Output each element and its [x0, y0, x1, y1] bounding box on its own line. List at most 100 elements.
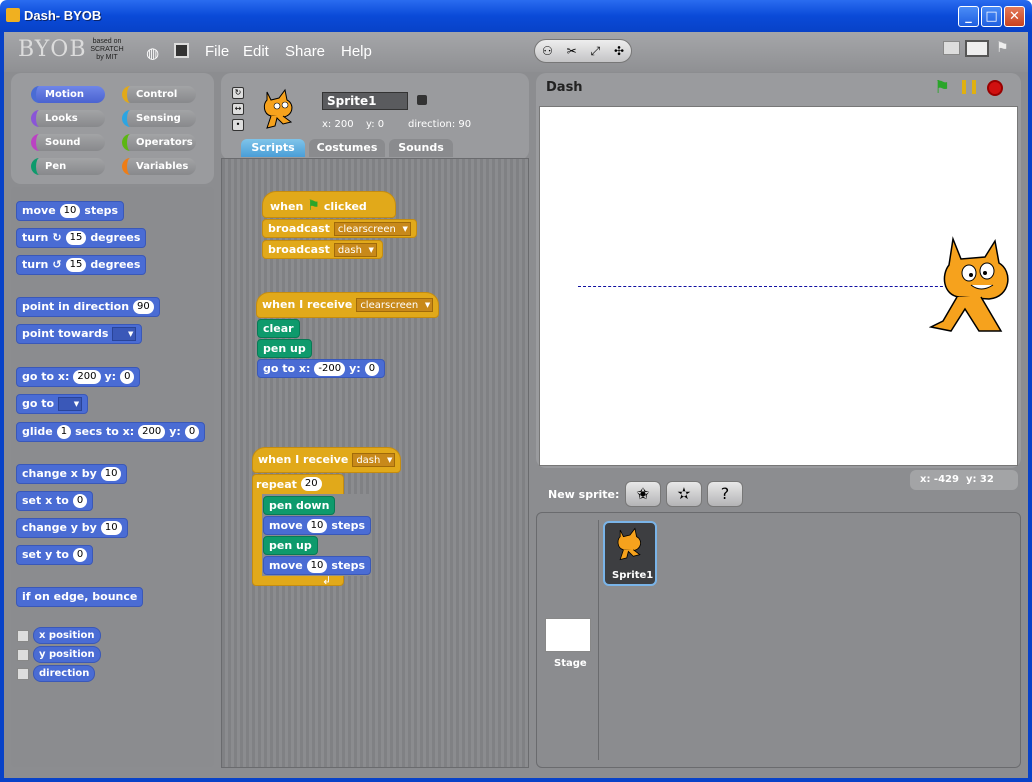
sprite-direction: direction: 90 [408, 119, 472, 130]
block-set-y[interactable]: set y to 0 [16, 545, 94, 565]
folder-star-icon: ✫ [677, 484, 691, 503]
reporter-y-position[interactable]: y position [33, 646, 101, 663]
checkbox-y-position[interactable] [17, 649, 29, 661]
block-turn-left[interactable]: turn ↺ 15 degrees [16, 255, 147, 275]
save-icon[interactable] [174, 43, 189, 58]
when-label: when [270, 199, 304, 213]
category-motion[interactable]: Motion [31, 86, 105, 103]
tab-scripts[interactable]: Scripts [241, 139, 305, 157]
block-pen-up-2[interactable]: pen up [263, 536, 318, 555]
turn-left-icon: ↺ [52, 258, 62, 271]
checkbox-direction[interactable] [17, 668, 29, 680]
block-set-x[interactable]: set x to 0 [16, 491, 94, 511]
checkbox-x-position[interactable] [17, 630, 29, 642]
project-title: Dash [546, 80, 583, 95]
hat-when-receive-dash[interactable]: when I receive dash [252, 447, 402, 473]
menu-file[interactable]: File [205, 43, 229, 60]
sprite-toolbar: ⚇ ✂ ⤢ ✣ [534, 39, 632, 63]
block-broadcast-dash[interactable]: broadcast dash [262, 240, 383, 259]
category-pen[interactable]: Pen [31, 158, 105, 175]
block-point-towards[interactable]: point towards [16, 324, 143, 344]
turn-right-icon: ↻ [52, 231, 62, 244]
paint-new-sprite-button[interactable]: ✬ [625, 481, 661, 507]
sprite-name-field[interactable]: Sprite1 [322, 92, 408, 110]
reporter-direction[interactable]: direction [33, 665, 96, 682]
globe-icon[interactable]: ◍ [146, 44, 159, 62]
window-frame-bottom [0, 778, 1032, 782]
logo: BYOB [18, 37, 87, 62]
sprite-list-divider [598, 520, 599, 760]
block-move-steps[interactable]: move 10 steps [16, 201, 125, 221]
block-clear[interactable]: clear [257, 319, 300, 338]
sprite-cat[interactable] [929, 235, 1013, 341]
block-pen-up[interactable]: pen up [257, 339, 312, 358]
tab-sounds[interactable]: Sounds [389, 139, 453, 157]
block-turn-right[interactable]: turn ↻ 15 degrees [16, 228, 147, 248]
rotation-flip-icon[interactable]: ↔ [232, 103, 244, 115]
repeat-loop-arrow-icon: ↲ [322, 574, 332, 587]
sprite1-label: Sprite1 [612, 570, 654, 581]
menu-help[interactable]: Help [341, 43, 372, 60]
repeat-label: repeat [256, 477, 297, 491]
grow-icon[interactable]: ⤢ [591, 44, 601, 59]
question-star-icon: ? [720, 484, 730, 503]
block-move-steps-2[interactable]: move 10 steps [263, 556, 372, 575]
block-pen-down[interactable]: pen down [263, 496, 336, 515]
stage-label: Stage [554, 658, 587, 669]
block-glide[interactable]: glide 1 secs to x: 200 y: 0 [16, 422, 206, 442]
category-sensing[interactable]: Sensing [122, 110, 196, 127]
shrink-icon[interactable]: ✣ [614, 44, 624, 58]
close-button[interactable]: ✕ [1004, 6, 1025, 27]
block-goto-xy[interactable]: go to x: 200 y: 0 [16, 367, 141, 387]
block-goto-xy-script[interactable]: go to x: -200 y: 0 [257, 359, 386, 378]
title-bar[interactable]: Dash- BYOB _ □ ✕ [0, 0, 1032, 32]
category-control[interactable]: Control [122, 86, 196, 103]
window-frame-right [1028, 32, 1032, 782]
block-goto[interactable]: go to [16, 394, 89, 414]
stop-button[interactable] [987, 80, 1003, 96]
category-sound[interactable]: Sound [31, 134, 105, 151]
small-stage-icon[interactable] [943, 41, 960, 55]
green-flag-button[interactable]: ⚑ [934, 77, 950, 98]
block-change-x[interactable]: change x by 10 [16, 464, 128, 484]
block-point-direction[interactable]: point in direction 90 [16, 297, 160, 317]
lock-icon[interactable] [417, 95, 427, 105]
category-looks[interactable]: Looks [31, 110, 105, 127]
reporter-x-position[interactable]: x position [33, 627, 101, 644]
paint-star-icon: ✬ [636, 484, 650, 503]
repeat-count[interactable]: 20 [300, 477, 322, 491]
category-variables[interactable]: Variables [122, 158, 196, 175]
window-title: Dash- BYOB [24, 8, 102, 23]
normal-stage-icon[interactable] [965, 40, 989, 57]
clicked-label: clicked [323, 199, 367, 213]
sprite-x: x: 200 [322, 119, 354, 130]
green-flag-icon: ⚑ [307, 198, 320, 214]
delete-icon[interactable]: ✂ [567, 44, 577, 58]
block-broadcast-clearscreen[interactable]: broadcast clearscreen [262, 219, 417, 238]
tab-costumes[interactable]: Costumes [309, 139, 385, 157]
rotation-free-icon[interactable]: ↻ [232, 87, 244, 99]
choose-sprite-file-button[interactable]: ✫ [666, 481, 702, 507]
sprite1-thumbnail [617, 527, 641, 561]
maximize-button[interactable]: □ [981, 6, 1002, 27]
mouse-coords: x: -429 y: 32 [910, 470, 1018, 490]
block-bounce[interactable]: if on edge, bounce [16, 587, 144, 607]
pause-button[interactable] [962, 80, 976, 94]
category-operators[interactable]: Operators [122, 134, 196, 151]
menu-share[interactable]: Share [285, 43, 325, 60]
sprite-tile-sprite1[interactable]: Sprite1 [603, 521, 657, 586]
logo-tagline: based on SCRATCH by MIT [90, 38, 124, 61]
stage-canvas[interactable] [539, 106, 1018, 466]
duplicate-icon[interactable]: ⚇ [542, 44, 553, 58]
minimize-button[interactable]: _ [958, 6, 979, 27]
random-sprite-button[interactable]: ? [707, 481, 743, 507]
rotation-none-icon[interactable]: • [232, 119, 244, 131]
stage-thumbnail[interactable] [545, 618, 591, 652]
block-move-steps-1[interactable]: move 10 steps [263, 516, 372, 535]
menu-edit[interactable]: Edit [243, 43, 269, 60]
block-change-y[interactable]: change y by 10 [16, 518, 128, 538]
presentation-mode-icon[interactable]: ⚑ [996, 40, 1009, 56]
pen-dash-line [578, 286, 958, 287]
hat-when-receive-clearscreen[interactable]: when I receive clearscreen [256, 292, 440, 318]
sprite-y: y: 0 [366, 119, 385, 130]
